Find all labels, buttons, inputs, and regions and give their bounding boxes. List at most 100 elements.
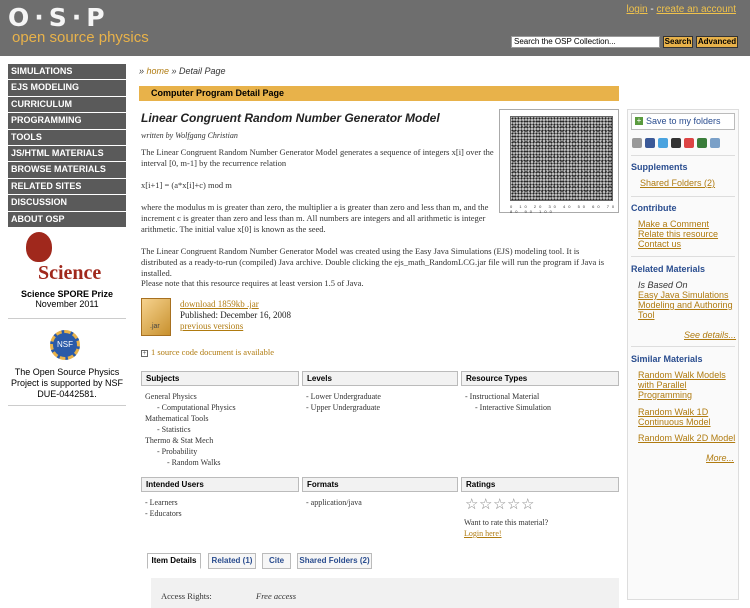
similar-link-random-walk-parallel-3[interactable]: Programming xyxy=(638,390,692,400)
login-link[interactable]: login xyxy=(626,4,647,15)
science-apple-icon[interactable] xyxy=(26,232,52,262)
twitter-icon[interactable] xyxy=(658,138,668,148)
expand-plus-icon[interactable]: + xyxy=(141,350,148,357)
divider xyxy=(631,155,735,156)
rate-login-link[interactable]: Login here! xyxy=(464,528,502,539)
share-icon[interactable] xyxy=(632,138,642,148)
nav-browse-materials[interactable]: BROWSE MATERIALS xyxy=(8,162,126,179)
divider xyxy=(631,196,735,197)
link-separator: - xyxy=(647,4,657,15)
star-icon[interactable]: ☆ xyxy=(493,497,507,512)
nav-js-html-materials[interactable]: JS/HTML MATERIALS xyxy=(8,145,126,163)
resource-title: Linear Congruent Random Number Generator… xyxy=(141,111,440,125)
similar-link-random-walk-1d-2[interactable]: Continuous Model xyxy=(638,417,711,427)
delicious-icon[interactable] xyxy=(671,138,681,148)
simulation-thumbnail[interactable]: 0 10 20 30 40 50 60 70 80 90 100 xyxy=(499,109,619,214)
user-item[interactable]: - Learners xyxy=(145,497,182,508)
similar-link-random-walk-parallel-2[interactable]: with Parallel xyxy=(638,380,687,390)
tab-shared-folders[interactable]: Shared Folders (2) xyxy=(297,553,372,569)
ejs-link-line-2[interactable]: Modeling and Authoring xyxy=(638,300,733,310)
subject-item[interactable]: Mathematical Tools xyxy=(145,413,236,424)
search-button[interactable]: Search xyxy=(663,36,693,48)
nav-about-osp[interactable]: ABOUT OSP xyxy=(8,211,126,228)
levels-list: - Lower Undergraduate - Upper Undergradu… xyxy=(306,391,381,413)
osp-logo[interactable]: O·S·P xyxy=(8,3,110,32)
similar-link-random-walk-parallel[interactable]: Random Walk Models xyxy=(638,370,726,380)
download-link[interactable]: download 1859kb .jar xyxy=(180,299,291,310)
create-account-link[interactable]: create an account xyxy=(657,4,737,15)
star-icon[interactable]: ☆ xyxy=(479,497,493,512)
nav-discussion[interactable]: DISCUSSION xyxy=(8,195,126,212)
nav-curriculum[interactable]: CURRICULUM xyxy=(8,96,126,114)
digg-icon[interactable] xyxy=(684,138,694,148)
rate-prompt: Want to rate this material? xyxy=(464,518,549,527)
tab-related[interactable]: Related (1) xyxy=(208,553,256,569)
subject-item[interactable]: - Statistics xyxy=(145,424,236,435)
previous-versions-link[interactable]: previous versions xyxy=(180,321,291,332)
divider xyxy=(631,346,735,347)
subject-item[interactable]: General Physics xyxy=(145,391,236,402)
level-item[interactable]: - Lower Undergraduate xyxy=(306,391,381,402)
search-input[interactable]: Search the OSP Collection... xyxy=(511,36,660,48)
relate-resource-link[interactable]: Relate this resource xyxy=(638,229,718,239)
subject-item[interactable]: Thermo & Stat Mech xyxy=(145,435,236,446)
contribute-heading: Contribute xyxy=(631,203,677,213)
description-p3: The Linear Congruent Random Number Gener… xyxy=(141,246,605,278)
subject-item[interactable]: - Random Walks xyxy=(145,457,236,468)
jar-file-icon[interactable]: .jar xyxy=(141,298,171,336)
type-item[interactable]: - Instructional Material xyxy=(465,391,551,402)
breadcrumb: » home » Detail Page xyxy=(139,66,226,76)
breadcrumb-home[interactable]: home xyxy=(147,66,170,76)
nav-related-sites[interactable]: RELATED SITES xyxy=(8,178,126,196)
science-logo[interactable]: Science xyxy=(38,262,101,285)
plus-icon: + xyxy=(635,116,643,125)
description-p2: where the modulus m is greater than zero… xyxy=(141,202,489,234)
published-date: Published: December 16, 2008 xyxy=(180,310,291,320)
ejs-link-line-3[interactable]: Tool xyxy=(638,310,655,320)
subject-item[interactable]: - Probability xyxy=(145,446,236,457)
advanced-search-button[interactable]: Advanced xyxy=(696,36,738,48)
scatter-plot-image xyxy=(510,116,613,201)
contact-us-link[interactable]: Contact us xyxy=(638,239,681,249)
tab-item-details[interactable]: Item Details xyxy=(147,553,201,569)
nav-tools[interactable]: TOOLS xyxy=(8,129,126,146)
similar-link-random-walk-2d[interactable]: Random Walk 2D Model xyxy=(638,433,735,443)
type-item[interactable]: - Interactive Simulation xyxy=(465,402,551,413)
source-code-toggle[interactable]: +1 source code document is available xyxy=(141,347,274,357)
subject-item[interactable]: - Computational Physics xyxy=(145,402,236,413)
tab-cite[interactable]: Cite xyxy=(262,553,291,569)
star-icon[interactable]: ☆ xyxy=(507,497,521,512)
page-section-bar: Computer Program Detail Page xyxy=(139,86,619,101)
see-details-link[interactable]: See details... xyxy=(684,330,736,340)
is-based-on-label: Is Based On xyxy=(638,280,688,290)
intended-users-header: Intended Users xyxy=(141,477,299,492)
star-icon[interactable]: ☆ xyxy=(521,497,535,512)
types-list: - Instructional Material - Interactive S… xyxy=(465,391,551,413)
ejs-link[interactable]: Easy Java Simulations xyxy=(638,290,729,300)
level-item[interactable]: - Upper Undergraduate xyxy=(306,402,381,413)
osp-logo-subtitle[interactable]: open source physics xyxy=(12,29,149,46)
rating-stars: ☆☆☆☆☆ xyxy=(465,497,535,512)
user-item[interactable]: - Educators xyxy=(145,508,182,519)
description-p1: The Linear Congruent Random Number Gener… xyxy=(141,147,494,168)
nav-ejs-modeling[interactable]: EJS MODELING xyxy=(8,80,126,97)
nav-programming[interactable]: PROGRAMMING xyxy=(8,113,126,130)
email-icon[interactable] xyxy=(710,138,720,148)
make-comment-link[interactable]: Make a Comment xyxy=(638,219,709,229)
more-link[interactable]: More... xyxy=(706,453,734,463)
breadcrumb-current: » Detail Page xyxy=(169,66,226,76)
save-to-folders-button[interactable]: + Save to my folders xyxy=(631,113,735,130)
prize-date: November 2011 xyxy=(35,299,99,309)
nsf-text-3: DUE-0442581. xyxy=(37,389,97,399)
stumbleupon-icon[interactable] xyxy=(697,138,707,148)
star-icon[interactable]: ☆ xyxy=(465,497,479,512)
nsf-logo-icon[interactable]: NSF xyxy=(50,330,80,360)
prize-title: Science SPORE Prize xyxy=(20,289,114,299)
shared-folders-link[interactable]: Shared Folders (2) xyxy=(640,178,715,188)
similar-materials-heading: Similar Materials xyxy=(631,354,703,364)
nav-simulations[interactable]: SIMULATIONS xyxy=(8,64,126,81)
facebook-icon[interactable] xyxy=(645,138,655,148)
thumbnail-axis-labels: 0 10 20 30 40 50 60 70 80 90 100 xyxy=(510,204,618,214)
format-item[interactable]: - application/java xyxy=(306,497,362,508)
similar-link-random-walk-1d[interactable]: Random Walk 1D xyxy=(638,407,708,417)
